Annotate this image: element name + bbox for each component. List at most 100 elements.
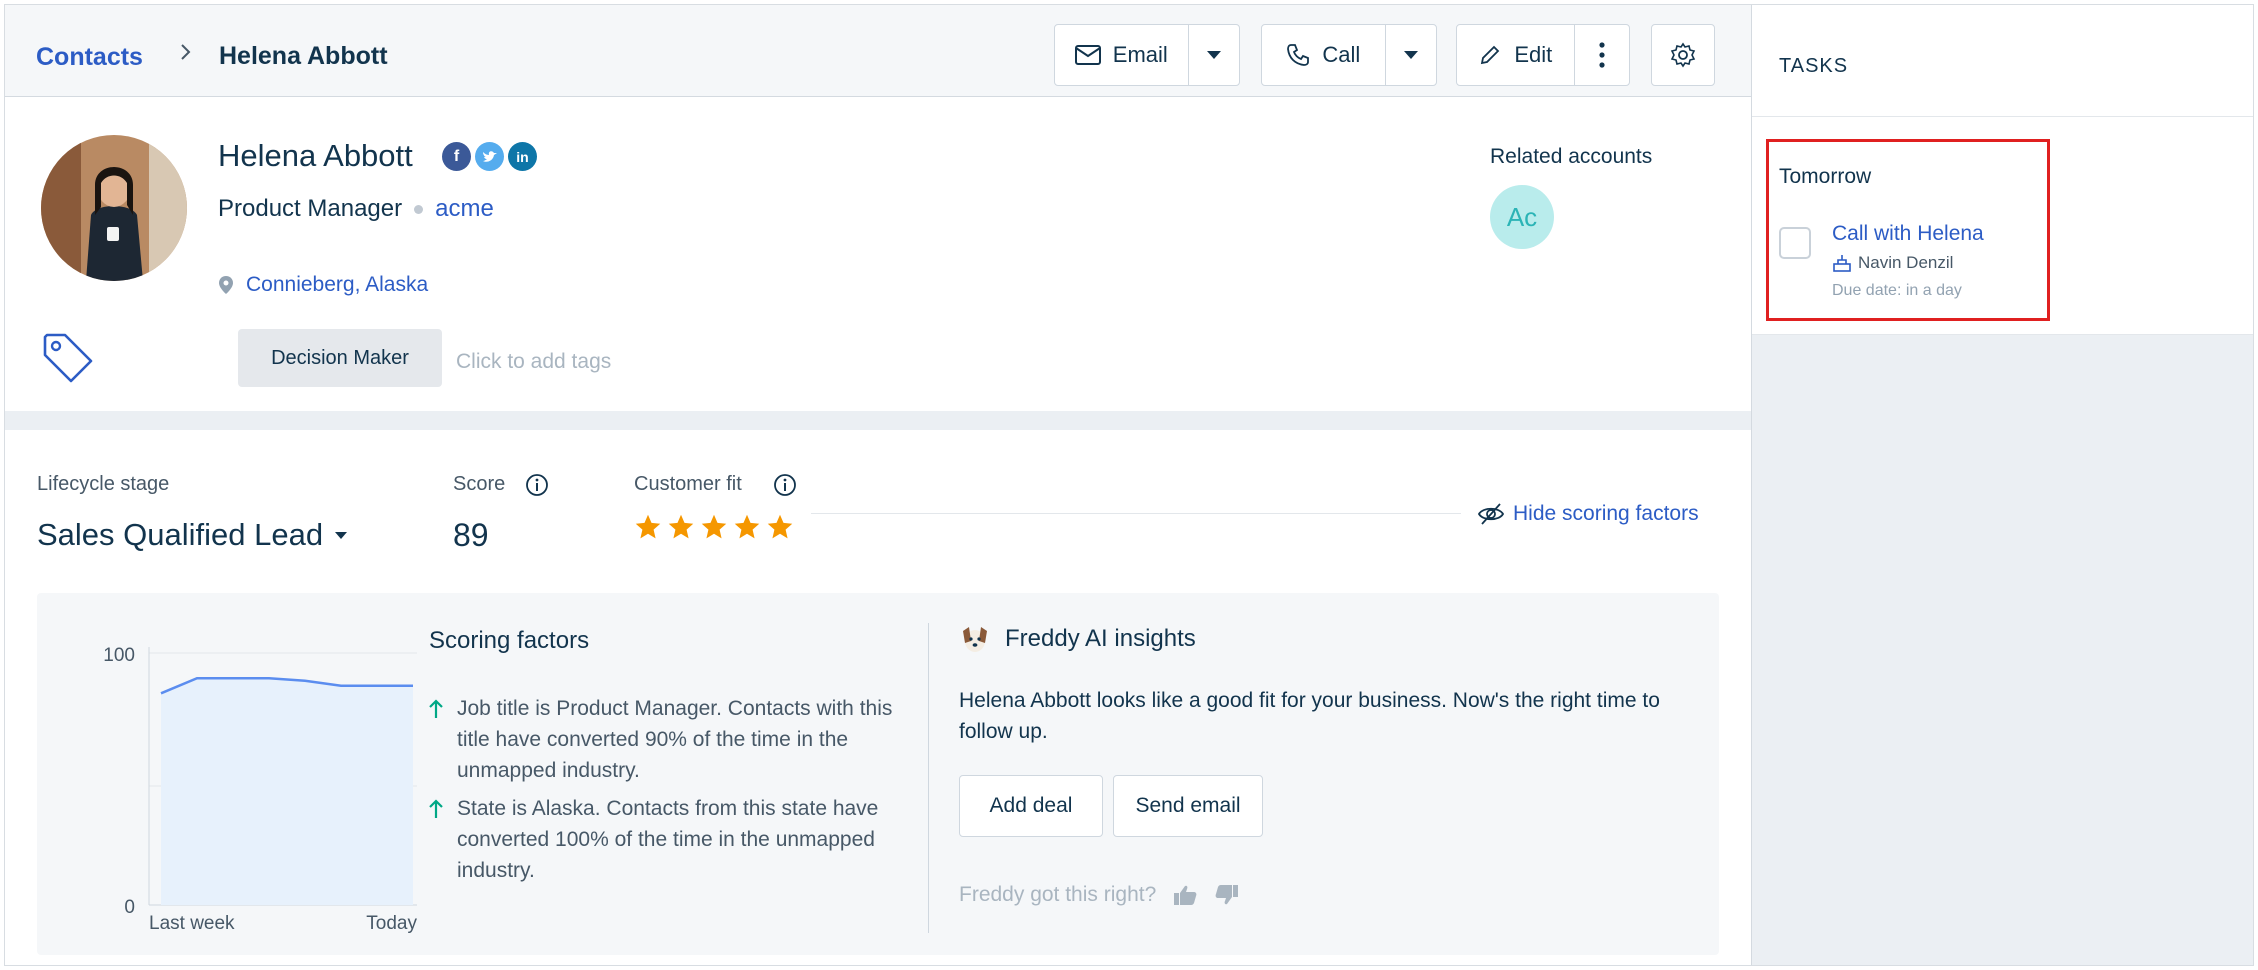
scoring-factor-text: State is Alaska. Contacts from this stat…: [457, 797, 879, 882]
add-deal-button[interactable]: Add deal: [959, 775, 1103, 837]
breadcrumb-current: Helena Abbott: [219, 42, 388, 70]
scoring-panel: 100 0 Last week Today Scoring factors Jo…: [37, 593, 1719, 955]
caret-down-icon: [335, 531, 348, 539]
job-title: Product Manager: [218, 195, 403, 222]
task-owner: Navin Denzil: [1832, 253, 1953, 273]
chart-area-fill: [161, 678, 413, 905]
lifecycle-stage-value: Sales Qualified Lead: [37, 517, 324, 552]
tasks-sidebar: TASKS Tomorrow Call with Helena Navin De…: [1751, 5, 2253, 965]
map-pin-icon: [219, 276, 233, 294]
call-dropdown-button[interactable]: [1384, 25, 1436, 85]
thumbs-down-icon[interactable]: [1214, 883, 1240, 907]
task-owner-name: Navin Denzil: [1858, 253, 1954, 272]
x-tick-last-week: Last week: [149, 913, 235, 933]
contact-name: Helena Abbott: [218, 138, 413, 173]
call-button-label: Call: [1322, 42, 1361, 67]
email-button[interactable]: Email: [1055, 25, 1188, 85]
chevron-right-icon: [181, 44, 191, 60]
task-due-date: Due date: in a day: [1832, 282, 1962, 299]
edit-button-label: Edit: [1514, 42, 1553, 67]
star-icon: [668, 514, 694, 539]
page-header: Contacts Helena Abbott Email Call Edit: [5, 5, 1751, 97]
contact-avatar: [41, 135, 187, 281]
section-divider: [5, 411, 1751, 430]
more-vertical-icon: [1599, 42, 1605, 68]
more-options-button[interactable]: [1573, 25, 1629, 85]
freddy-feedback-text: Freddy got this right?: [959, 883, 1157, 906]
scoring-factors-title: Scoring factors: [429, 627, 590, 654]
caret-down-icon: [1206, 51, 1221, 59]
tasks-header: TASKS: [1752, 5, 2253, 117]
eye-off-icon: [1477, 503, 1505, 525]
lifecycle-stage-dropdown[interactable]: Sales Qualified Lead: [37, 517, 348, 553]
facebook-icon[interactable]: f: [442, 142, 471, 171]
contact-main: Contacts Helena Abbott Email Call Edit H…: [5, 5, 1751, 965]
star-icon: [767, 514, 793, 539]
thumbs-up-icon[interactable]: [1172, 883, 1198, 907]
customer-fit-info-icon[interactable]: [773, 473, 797, 497]
email-button-label: Email: [1112, 42, 1168, 67]
score-label: Score: [453, 473, 506, 495]
linkedin-icon[interactable]: in: [508, 142, 537, 171]
arrow-up-icon: [429, 799, 443, 818]
task-checkbox[interactable]: [1779, 227, 1811, 259]
scoring-factor-item: Job title is Product Manager. Contacts w…: [429, 693, 929, 786]
separator-dot: [414, 204, 424, 214]
call-button-group: Call: [1261, 24, 1437, 86]
freddy-dog-icon: [963, 627, 987, 652]
customer-fit-stars: [634, 513, 794, 541]
tag-chip[interactable]: Decision Maker: [238, 329, 442, 387]
arrow-up-icon: [429, 699, 443, 718]
location-link: Connieberg, Alaska: [246, 273, 429, 296]
score-info-icon[interactable]: [525, 473, 549, 497]
hide-scoring-factors-text: Hide scoring factors: [1513, 502, 1699, 525]
related-account-avatar[interactable]: Ac: [1490, 185, 1554, 249]
score-trend-chart: 100 0 Last week Today: [103, 645, 417, 933]
y-tick-0: 0: [124, 897, 135, 918]
hide-scoring-factors-link[interactable]: Hide scoring factors: [1477, 502, 1699, 526]
contact-location[interactable]: Connieberg, Alaska: [218, 273, 428, 297]
gear-icon: [1670, 42, 1696, 68]
task-title-link[interactable]: Call with Helena: [1832, 222, 1984, 246]
customer-fit-label: Customer fit: [634, 473, 742, 495]
score-value: 89: [453, 517, 489, 553]
scoring-factor-text: Job title is Product Manager. Contacts w…: [457, 697, 893, 782]
email-button-group: Email: [1054, 24, 1240, 86]
email-dropdown-button[interactable]: [1187, 25, 1239, 85]
freddy-feedback: Freddy got this right?: [959, 883, 1240, 907]
contact-role: Product Manager acme: [218, 195, 494, 223]
panel-divider: [928, 623, 929, 933]
freddy-insight-text: Helena Abbott looks like a good fit for …: [959, 689, 1660, 743]
tag-icon: [43, 333, 93, 383]
avatar-photo: [41, 135, 187, 281]
tasks-title: TASKS: [1779, 55, 1849, 77]
pencil-icon: [1481, 45, 1500, 65]
app-window: Contacts Helena Abbott Email Call Edit H…: [4, 4, 2254, 966]
social-links: f in: [442, 142, 537, 171]
envelope-icon: [1074, 45, 1101, 65]
y-tick-100: 100: [103, 645, 135, 666]
divider-line: [811, 513, 1461, 514]
edit-button[interactable]: Edit: [1457, 25, 1574, 85]
edit-button-group: Edit: [1456, 24, 1630, 86]
task-group-label: Tomorrow: [1779, 165, 1872, 188]
send-email-button[interactable]: Send email: [1113, 775, 1263, 837]
star-icon: [635, 514, 661, 539]
add-tags-input[interactable]: Click to add tags: [456, 350, 611, 374]
freddy-title: Freddy AI insights: [1005, 625, 1196, 652]
settings-button[interactable]: [1651, 24, 1715, 86]
star-icon: [734, 514, 760, 539]
company-link[interactable]: acme: [435, 195, 494, 223]
owner-icon: [1833, 255, 1851, 272]
bird-icon: [482, 150, 497, 162]
caret-down-icon: [1403, 51, 1418, 59]
scoring-factor-item: State is Alaska. Contacts from this stat…: [429, 793, 929, 886]
breadcrumb-contacts-link[interactable]: Contacts: [36, 43, 143, 72]
twitter-icon[interactable]: [475, 142, 504, 171]
star-icon: [701, 514, 727, 539]
related-accounts-label: Related accounts: [1490, 145, 1653, 168]
lifecycle-stage-label: Lifecycle stage: [37, 473, 170, 495]
call-button[interactable]: Call: [1262, 25, 1385, 85]
phone-icon: [1287, 44, 1310, 66]
freddy-header: Freddy AI insights: [959, 623, 1196, 655]
